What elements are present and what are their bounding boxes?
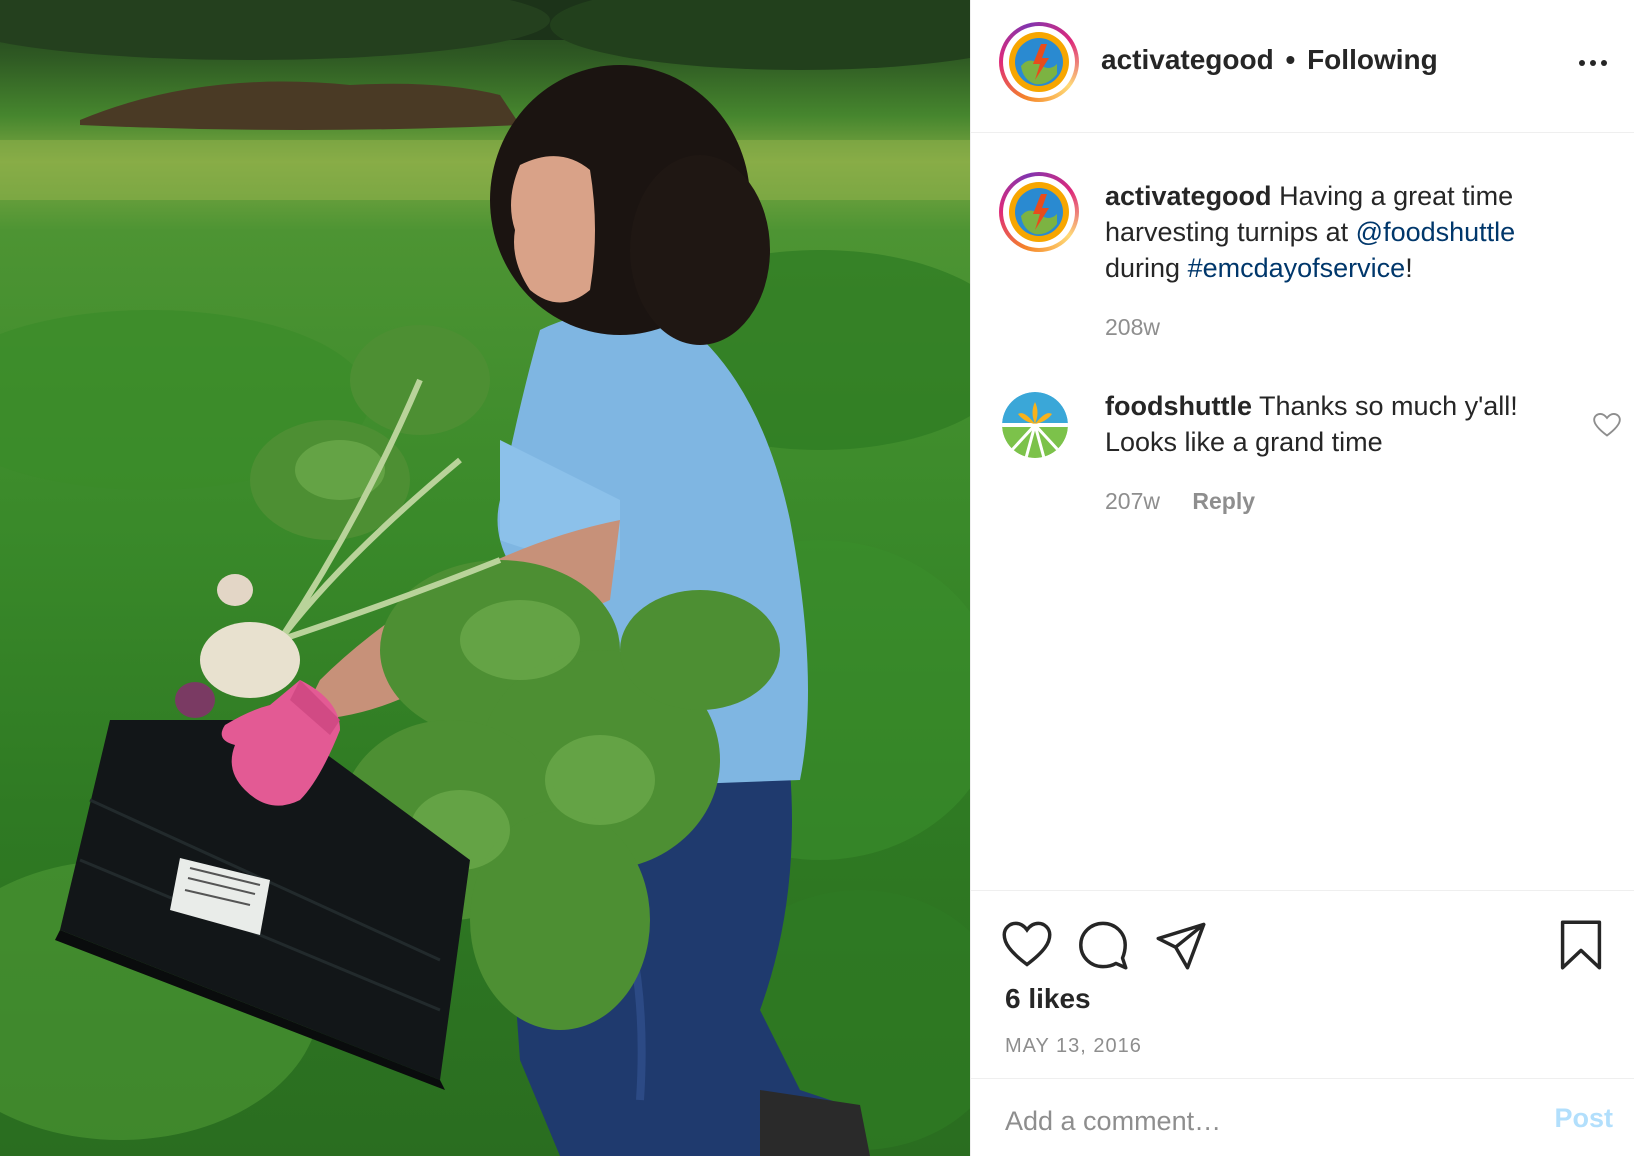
foodshuttle-logo-icon [1002,392,1068,458]
caption-body-2: during [1105,253,1181,283]
caption-avatar[interactable] [999,172,1079,252]
reply-button[interactable]: Reply [1192,488,1255,514]
comment-username[interactable]: foodshuttle [1105,391,1252,421]
comment-heart-icon[interactable] [1593,412,1621,438]
activategood-logo-icon [1009,32,1069,92]
bookmark-icon[interactable] [1555,919,1607,971]
follow-status-button[interactable]: Following [1307,44,1438,75]
comment-meta: 207w Reply [1105,488,1255,515]
post-actions: 6 likes MAY 13, 2016 [971,890,1634,1080]
activategood-logo-icon [1009,182,1069,242]
header-username-line: activategood • Following [1101,44,1438,76]
comment-input[interactable] [1005,1101,1505,1141]
caption-username[interactable]: activategood [1105,181,1272,211]
caption-hashtag-link[interactable]: #emcdayofservice [1188,253,1406,283]
post-date[interactable]: MAY 13, 2016 [1005,1035,1142,1058]
caption-mention-link[interactable]: @foodshuttle [1356,217,1516,247]
caption-body-3: ! [1405,253,1413,283]
comment-icon[interactable] [1077,919,1129,971]
photo-illustration [0,0,970,1156]
post-panel: activategood • Following activategood Ha… [970,0,1634,1156]
header-separator: • [1285,44,1296,75]
post-header: activategood • Following [971,0,1634,133]
post-photo[interactable] [0,0,970,1156]
comment-avatar[interactable] [1002,392,1068,458]
comment-timestamp[interactable]: 207w [1105,488,1160,514]
heart-icon[interactable] [1001,919,1053,971]
more-options-icon[interactable] [1573,48,1613,78]
post-comment-button[interactable]: Post [1554,1103,1613,1134]
header-avatar[interactable] [999,22,1079,102]
caption-timestamp[interactable]: 208w [1105,314,1160,341]
caption-text: activategood Having a great time harvest… [1105,178,1575,286]
header-username[interactable]: activategood [1101,44,1274,75]
comment-text: foodshuttle Thanks so much y'all! Looks … [1105,388,1565,460]
comments-section[interactable]: activategood Having a great time harvest… [971,134,1634,890]
add-comment-bar: Post [971,1078,1634,1156]
likes-count[interactable]: 6 likes [1005,983,1091,1015]
share-icon[interactable] [1155,919,1207,971]
